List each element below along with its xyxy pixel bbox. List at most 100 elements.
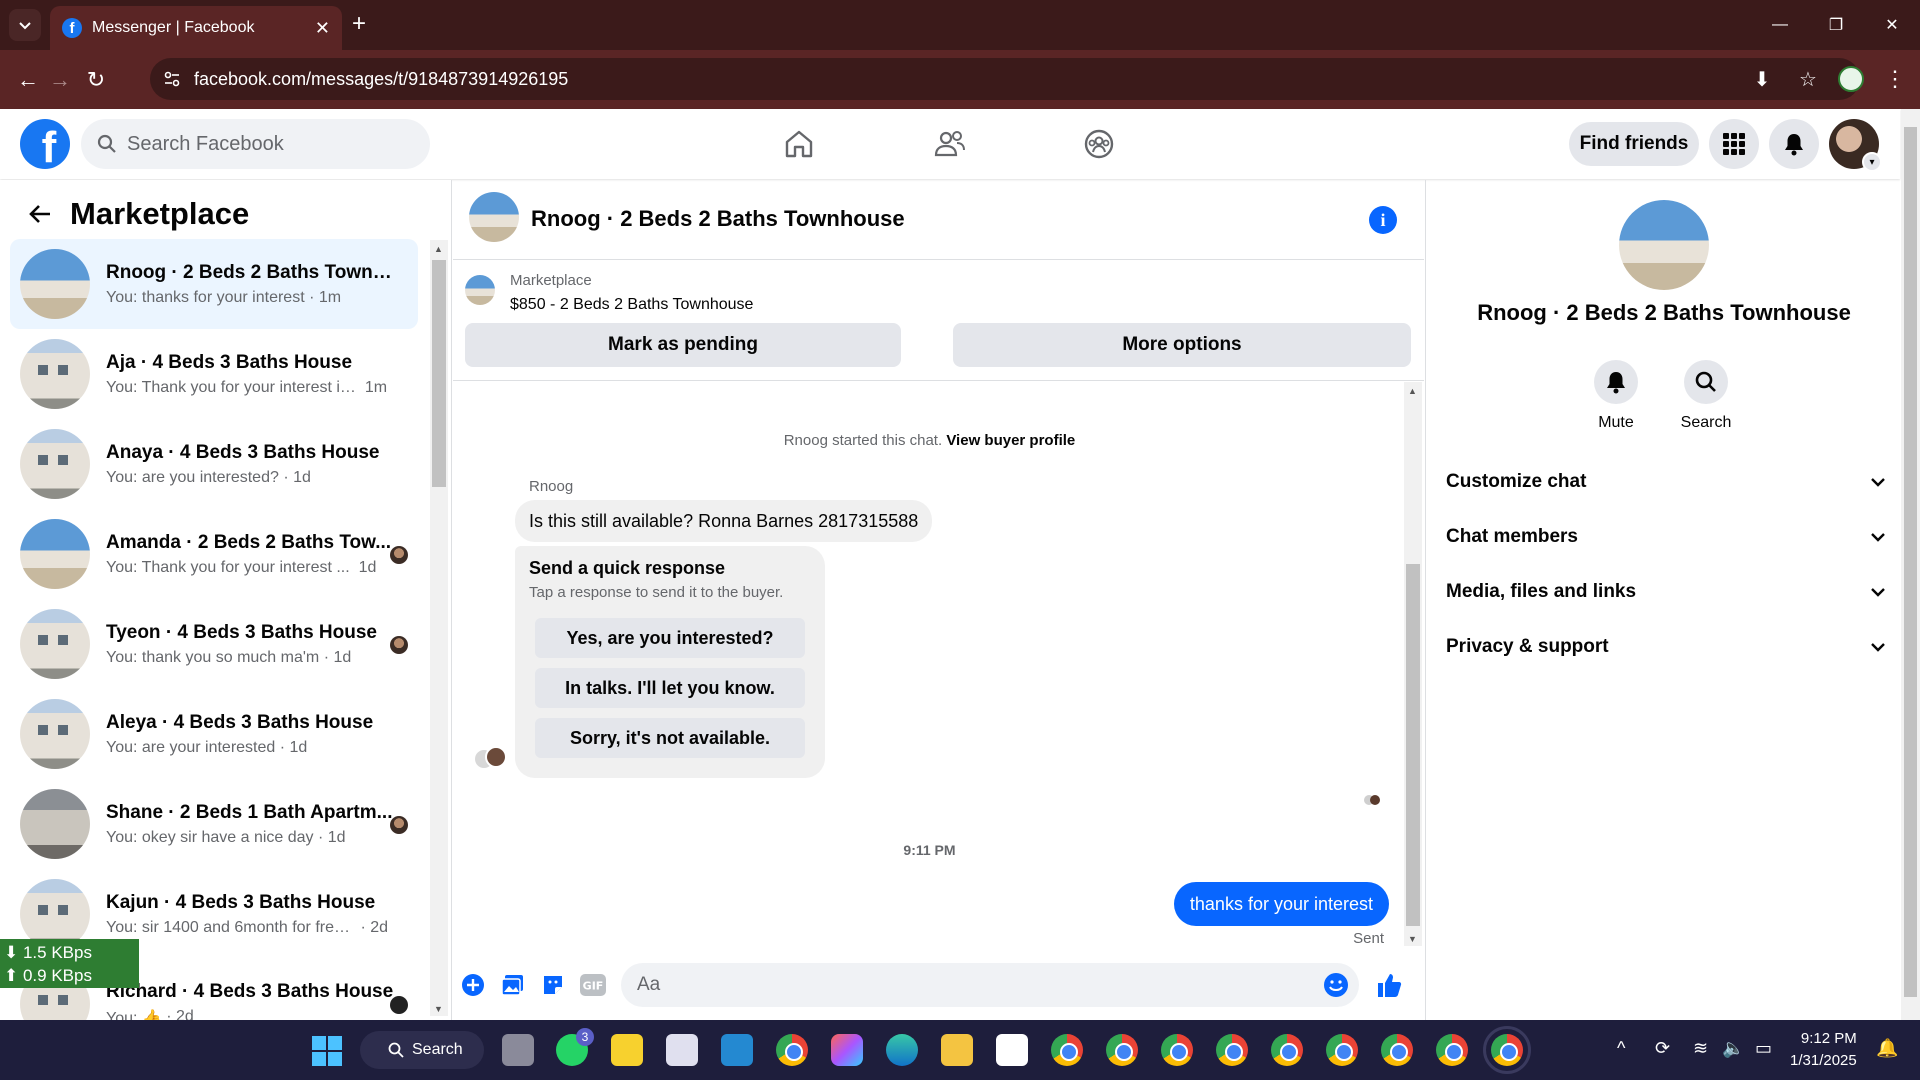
chat-details-panel: Rnoog · 2 Beds 2 Baths Townhouse Mute Se…	[1425, 180, 1901, 1020]
volume-icon[interactable]: 🔈	[1722, 1038, 1744, 1059]
sync-icon[interactable]: ⟳	[1655, 1038, 1670, 1059]
attach-photo-icon[interactable]	[499, 971, 527, 999]
chrome-profile-icon[interactable]	[1326, 1034, 1358, 1066]
tab-search-button[interactable]	[9, 9, 41, 41]
site-info-icon[interactable]	[150, 70, 194, 88]
close-window-icon[interactable]: ✕	[1864, 0, 1920, 50]
chat-avatar[interactable]	[469, 192, 519, 242]
wifi-icon[interactable]: ≋	[1693, 1038, 1708, 1059]
forward-icon[interactable]: →	[44, 64, 76, 96]
url-text[interactable]: facebook.com/messages/t/9184873914926195	[194, 69, 568, 90]
mute-button[interactable]: Mute	[1576, 360, 1656, 432]
back-arrow-icon[interactable]	[20, 194, 60, 234]
new-tab-button[interactable]: +	[352, 12, 366, 36]
minimize-icon[interactable]: —	[1752, 0, 1808, 50]
file-explorer-icon[interactable]	[941, 1034, 973, 1066]
conversation-item[interactable]: Aja · 4 Beds 3 Baths House You: Thank yo…	[10, 329, 418, 419]
copilot-icon[interactable]	[831, 1034, 863, 1066]
edge-icon[interactable]	[886, 1034, 918, 1066]
browser-menu-icon[interactable]: ⋮	[1884, 66, 1906, 92]
thumbs-up-icon[interactable]	[1375, 971, 1403, 999]
chrome-profile-icon[interactable]	[1436, 1034, 1468, 1066]
conversation-item[interactable]: Rnoog · 2 Beds 2 Baths Townho... You: th…	[10, 239, 418, 329]
chrome-profile-icon[interactable]	[1051, 1034, 1083, 1066]
snipping-tool-icon[interactable]	[666, 1034, 698, 1066]
scrollbar-thumb[interactable]	[432, 260, 446, 487]
scrollbar-thumb[interactable]	[1904, 127, 1917, 997]
sticker-icon[interactable]	[539, 971, 567, 999]
chrome-profile-icon[interactable]	[1271, 1034, 1303, 1066]
microsoft-store-icon[interactable]	[996, 1034, 1028, 1066]
account-avatar[interactable]: ▾	[1829, 119, 1882, 172]
chrome-icon[interactable]	[776, 1034, 808, 1066]
menu-grid-icon[interactable]	[1709, 119, 1759, 169]
listing-source: Marketplace	[510, 272, 592, 289]
reload-icon[interactable]: ↻	[80, 64, 112, 96]
system-clock[interactable]: 9:12 PM 1/31/2025	[1790, 1028, 1857, 1072]
omnibox[interactable]: facebook.com/messages/t/9184873914926195	[150, 58, 1860, 100]
view-buyer-profile-link[interactable]: View buyer profile	[946, 432, 1075, 449]
conversation-time: 2d	[176, 1007, 194, 1021]
close-tab-icon[interactable]: ✕	[315, 18, 330, 39]
outgoing-message[interactable]: thanks for your interest	[1173, 882, 1389, 926]
chrome-active-icon[interactable]	[1483, 1026, 1531, 1074]
notifications-bell-icon[interactable]	[1769, 119, 1819, 169]
whatsapp-icon[interactable]: 3	[556, 1028, 594, 1066]
emoji-icon[interactable]	[1323, 972, 1349, 998]
scrollbar-thumb[interactable]	[1406, 564, 1420, 926]
mark-as-pending-button[interactable]: Mark as pending	[465, 323, 901, 367]
chrome-profile-icon[interactable]	[1216, 1034, 1248, 1066]
battery-icon[interactable]: ▭	[1755, 1038, 1772, 1059]
chat-members-section[interactable]: Chat members	[1446, 517, 1886, 557]
chat-title[interactable]: Rnoog · 2 Beds 2 Baths Townhouse	[531, 206, 905, 232]
facebook-search-input[interactable]: Search Facebook	[81, 119, 430, 169]
quick-response-title: Send a quick response	[529, 558, 726, 578]
message-input[interactable]: Aa	[621, 963, 1359, 1007]
chrome-profile-icon[interactable]	[1381, 1034, 1413, 1066]
chevron-up-icon[interactable]: ^	[1617, 1038, 1625, 1059]
conversation-item[interactable]: Amanda · 2 Beds 2 Baths Tow... You: Than…	[10, 509, 418, 599]
quick-response-in-talks[interactable]: In talks. I'll let you know.	[535, 668, 805, 708]
task-view-icon[interactable]	[502, 1034, 534, 1066]
conversation-info-icon[interactable]: i	[1369, 206, 1397, 234]
chrome-profile-icon[interactable]	[1161, 1034, 1193, 1066]
listing-price[interactable]: $850 - 2 Beds 2 Baths Townhouse	[510, 296, 753, 314]
conversation-list-scrollbar[interactable]: ▲ ▼	[430, 240, 448, 1016]
bookmark-star-icon[interactable]: ☆	[1794, 67, 1822, 92]
home-nav-icon[interactable]	[778, 123, 820, 165]
chrome-profile-icon[interactable]	[1106, 1034, 1138, 1066]
conversation-item[interactable]: Aleya · 4 Beds 3 Baths House You: are yo…	[10, 689, 418, 779]
more-options-button[interactable]: More options	[953, 323, 1411, 367]
sticky-notes-icon[interactable]	[611, 1034, 643, 1066]
gif-icon[interactable]: GIF	[579, 971, 607, 999]
address-bar-row: ← → ↻ facebook.com/messages/t/9184873914…	[0, 50, 1920, 109]
conversation-item[interactable]: Anaya · 4 Beds 3 Baths House You: are yo…	[10, 419, 418, 509]
notification-bell-icon[interactable]: 🔔	[1876, 1038, 1898, 1059]
find-friends-button[interactable]: Find friends	[1569, 122, 1699, 166]
message-thread-scrollbar[interactable]: ▲ ▼	[1404, 382, 1422, 946]
privacy-support-section[interactable]: Privacy & support	[1446, 627, 1886, 667]
restore-icon[interactable]: ❐	[1808, 0, 1864, 50]
media-files-links-section[interactable]: Media, files and links	[1446, 572, 1886, 612]
back-icon[interactable]: ←	[12, 64, 44, 96]
windows-start-icon[interactable]	[312, 1036, 342, 1066]
browser-profile-avatar[interactable]	[1838, 66, 1864, 92]
vscode-icon[interactable]	[721, 1034, 753, 1066]
search-in-chat-button[interactable]: Search	[1666, 360, 1746, 432]
customize-chat-section[interactable]: Customize chat	[1446, 462, 1886, 502]
quick-response-not-available[interactable]: Sorry, it's not available.	[535, 718, 805, 758]
taskbar-search[interactable]: Search	[360, 1031, 484, 1069]
incoming-message[interactable]: Is this still available? Ronna Barnes 28…	[515, 500, 933, 542]
conversation-item[interactable]: Tyeon · 4 Beds 3 Baths House You: thank …	[10, 599, 418, 689]
plus-actions-icon[interactable]	[459, 971, 487, 999]
groups-nav-icon[interactable]	[1078, 123, 1120, 165]
details-avatar[interactable]	[1619, 200, 1709, 290]
quick-response-yes[interactable]: Yes, are you interested?	[535, 618, 805, 658]
friends-nav-icon[interactable]	[929, 123, 971, 165]
page-scrollbar[interactable]	[1901, 109, 1920, 1020]
browser-tab-messenger[interactable]: f Messenger | Facebook ✕	[50, 6, 342, 50]
facebook-logo-icon[interactable]: f	[20, 119, 70, 169]
install-app-icon[interactable]: ⬇	[1748, 67, 1776, 92]
conversation-snippet: You: sir 1400 and 6month for free r...	[106, 918, 356, 936]
conversation-item[interactable]: Shane · 2 Beds 1 Bath Apartm... You: oke…	[10, 779, 418, 869]
